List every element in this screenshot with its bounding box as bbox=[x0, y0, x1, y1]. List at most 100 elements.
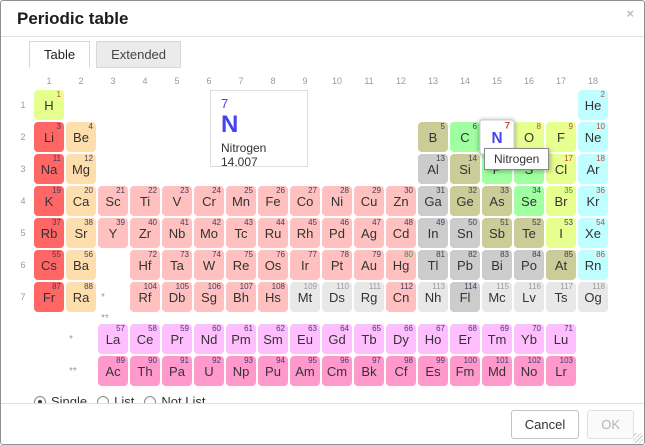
element-cell-Be[interactable]: Be4 bbox=[66, 122, 96, 152]
element-cell-Ba[interactable]: Ba56 bbox=[66, 250, 96, 280]
element-cell-Sg[interactable]: Sg106 bbox=[194, 282, 224, 312]
element-cell-Tc[interactable]: Tc43 bbox=[226, 218, 256, 248]
element-cell-Mc[interactable]: Mc115 bbox=[482, 282, 512, 312]
element-cell-Rn[interactable]: Rn86 bbox=[578, 250, 608, 280]
element-cell-Eu[interactable]: Eu63 bbox=[290, 324, 320, 354]
element-cell-Os[interactable]: Os76 bbox=[258, 250, 288, 280]
element-cell-Hs[interactable]: Hs108 bbox=[258, 282, 288, 312]
element-cell-Rh[interactable]: Rh45 bbox=[290, 218, 320, 248]
element-cell-Er[interactable]: Er68 bbox=[450, 324, 480, 354]
element-cell-Cm[interactable]: Cm96 bbox=[322, 356, 352, 386]
element-cell-Po[interactable]: Po84 bbox=[514, 250, 544, 280]
element-cell-Y[interactable]: Y39 bbox=[98, 218, 128, 248]
element-cell-Te[interactable]: Te52 bbox=[514, 218, 544, 248]
element-cell-Pu[interactable]: Pu94 bbox=[258, 356, 288, 386]
element-cell-Cn[interactable]: Cn112 bbox=[386, 282, 416, 312]
close-icon[interactable]: × bbox=[626, 7, 634, 20]
element-cell-C[interactable]: C6 bbox=[450, 122, 480, 152]
element-cell-He[interactable]: He2 bbox=[578, 90, 608, 120]
element-cell-Ni[interactable]: Ni28 bbox=[322, 186, 352, 216]
element-cell-Br[interactable]: Br35 bbox=[546, 186, 576, 216]
element-cell-Ar[interactable]: Ar18 bbox=[578, 154, 608, 184]
element-cell-Nb[interactable]: Nb41 bbox=[162, 218, 192, 248]
element-cell-Rg[interactable]: Rg111 bbox=[354, 282, 384, 312]
element-cell-In[interactable]: In49 bbox=[418, 218, 448, 248]
element-cell-Fl[interactable]: Fl114 bbox=[450, 282, 480, 312]
element-cell-Gd[interactable]: Gd64 bbox=[322, 324, 352, 354]
element-cell-Pb[interactable]: Pb82 bbox=[450, 250, 480, 280]
element-cell-Lr[interactable]: Lr103 bbox=[546, 356, 576, 386]
element-cell-Xe[interactable]: Xe54 bbox=[578, 218, 608, 248]
element-cell-Cl[interactable]: Cl17 bbox=[546, 154, 576, 184]
element-cell-Tm[interactable]: Tm69 bbox=[482, 324, 512, 354]
element-cell-W[interactable]: W74 bbox=[194, 250, 224, 280]
element-cell-Ru[interactable]: Ru44 bbox=[258, 218, 288, 248]
element-cell-Rb[interactable]: Rb37 bbox=[34, 218, 64, 248]
element-cell-Fm[interactable]: Fm100 bbox=[450, 356, 480, 386]
element-cell-Sc[interactable]: Sc21 bbox=[98, 186, 128, 216]
element-cell-Ds[interactable]: Ds110 bbox=[322, 282, 352, 312]
element-cell-U[interactable]: U92 bbox=[194, 356, 224, 386]
element-cell-La[interactable]: La57 bbox=[98, 324, 128, 354]
element-cell-Ag[interactable]: Ag47 bbox=[354, 218, 384, 248]
element-cell-Cf[interactable]: Cf98 bbox=[386, 356, 416, 386]
element-cell-Db[interactable]: Db105 bbox=[162, 282, 192, 312]
element-cell-Zn[interactable]: Zn30 bbox=[386, 186, 416, 216]
element-cell-Dy[interactable]: Dy66 bbox=[386, 324, 416, 354]
element-cell-Na[interactable]: Na11 bbox=[34, 154, 64, 184]
element-cell-Si[interactable]: Si14 bbox=[450, 154, 480, 184]
element-cell-Pa[interactable]: Pa91 bbox=[162, 356, 192, 386]
element-cell-Pt[interactable]: Pt78 bbox=[322, 250, 352, 280]
element-cell-Ne[interactable]: Ne10 bbox=[578, 122, 608, 152]
element-cell-Ti[interactable]: Ti22 bbox=[130, 186, 160, 216]
element-cell-F[interactable]: F9 bbox=[546, 122, 576, 152]
element-cell-Cs[interactable]: Cs55 bbox=[34, 250, 64, 280]
element-cell-I[interactable]: I53 bbox=[546, 218, 576, 248]
element-cell-Nh[interactable]: Nh113 bbox=[418, 282, 448, 312]
element-cell-H[interactable]: H1 bbox=[34, 90, 64, 120]
element-cell-Se[interactable]: Se34 bbox=[514, 186, 544, 216]
element-cell-Tb[interactable]: Tb65 bbox=[354, 324, 384, 354]
element-cell-Ca[interactable]: Ca20 bbox=[66, 186, 96, 216]
element-cell-B[interactable]: B5 bbox=[418, 122, 448, 152]
element-cell-As[interactable]: As33 bbox=[482, 186, 512, 216]
element-cell-Mt[interactable]: Mt109 bbox=[290, 282, 320, 312]
element-cell-Sn[interactable]: Sn50 bbox=[450, 218, 480, 248]
element-cell-Mg[interactable]: Mg12 bbox=[66, 154, 96, 184]
element-cell-Ge[interactable]: Ge32 bbox=[450, 186, 480, 216]
element-cell-Ac[interactable]: Ac89 bbox=[98, 356, 128, 386]
element-cell-Re[interactable]: Re75 bbox=[226, 250, 256, 280]
element-cell-At[interactable]: At85 bbox=[546, 250, 576, 280]
element-cell-Li[interactable]: Li3 bbox=[34, 122, 64, 152]
element-cell-Lu[interactable]: Lu71 bbox=[546, 324, 576, 354]
element-cell-Cu[interactable]: Cu29 bbox=[354, 186, 384, 216]
element-cell-Ta[interactable]: Ta73 bbox=[162, 250, 192, 280]
element-cell-Bh[interactable]: Bh107 bbox=[226, 282, 256, 312]
element-cell-Hg[interactable]: Hg80 bbox=[386, 250, 416, 280]
element-cell-Pd[interactable]: Pd46 bbox=[322, 218, 352, 248]
element-cell-Lv[interactable]: Lv116 bbox=[514, 282, 544, 312]
element-cell-Rf[interactable]: Rf104 bbox=[130, 282, 160, 312]
element-cell-Nd[interactable]: Nd60 bbox=[194, 324, 224, 354]
element-cell-Cd[interactable]: Cd48 bbox=[386, 218, 416, 248]
element-cell-Md[interactable]: Md101 bbox=[482, 356, 512, 386]
element-cell-Al[interactable]: Al13 bbox=[418, 154, 448, 184]
element-cell-Ce[interactable]: Ce58 bbox=[130, 324, 160, 354]
element-cell-Hf[interactable]: Hf72 bbox=[130, 250, 160, 280]
element-cell-Bi[interactable]: Bi83 bbox=[482, 250, 512, 280]
element-cell-Fe[interactable]: Fe26 bbox=[258, 186, 288, 216]
element-cell-No[interactable]: No102 bbox=[514, 356, 544, 386]
tab-table[interactable]: Table bbox=[29, 41, 90, 68]
element-cell-Zr[interactable]: Zr40 bbox=[130, 218, 160, 248]
element-cell-Ra[interactable]: Ra88 bbox=[66, 282, 96, 312]
ok-button[interactable]: OK bbox=[587, 410, 634, 439]
element-cell-V[interactable]: V23 bbox=[162, 186, 192, 216]
element-cell-Fr[interactable]: Fr87 bbox=[34, 282, 64, 312]
element-cell-Th[interactable]: Th90 bbox=[130, 356, 160, 386]
element-cell-Au[interactable]: Au79 bbox=[354, 250, 384, 280]
element-cell-Ts[interactable]: Ts117 bbox=[546, 282, 576, 312]
element-cell-Np[interactable]: Np93 bbox=[226, 356, 256, 386]
tab-extended[interactable]: Extended bbox=[96, 41, 181, 68]
element-cell-Pr[interactable]: Pr59 bbox=[162, 324, 192, 354]
element-cell-Cr[interactable]: Cr24 bbox=[194, 186, 224, 216]
